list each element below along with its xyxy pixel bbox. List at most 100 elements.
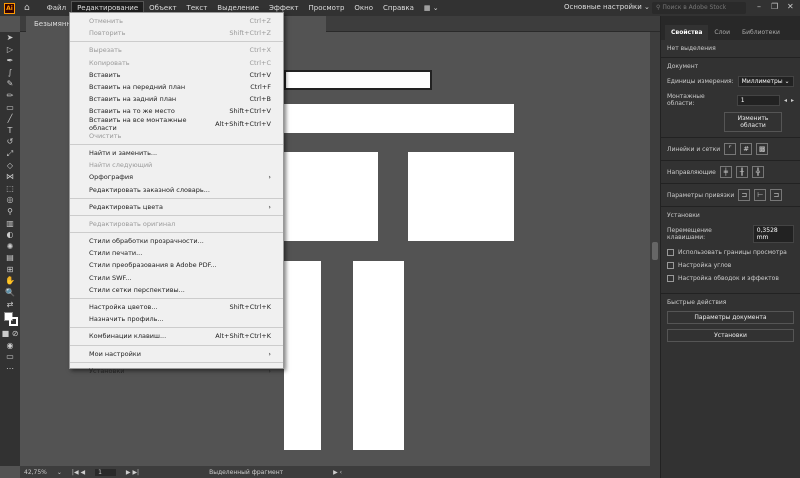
more-tools-icon[interactable]: ⋯ (0, 363, 20, 375)
menu-item-label: Вставить на задний план (89, 95, 177, 104)
close-icon[interactable]: ✕ (787, 2, 794, 11)
menu-help[interactable]: Справка (378, 2, 419, 14)
preferences-button[interactable]: Установки (667, 329, 794, 342)
brush-tool-icon[interactable]: ✎ (0, 78, 20, 90)
snap-label: Параметры привязки (667, 191, 735, 199)
menu-item[interactable]: Редактировать заказной словарь... (70, 183, 283, 195)
pencil-tool-icon[interactable]: ✏ (0, 90, 20, 102)
fill-stroke-icon[interactable] (0, 310, 20, 328)
menu-item[interactable]: Найти и заменить... (70, 147, 283, 159)
menu-separator (70, 344, 283, 346)
lock-guides-icon[interactable]: ╫ (735, 166, 748, 178)
artboard-tool-icon[interactable]: ⊞ (0, 264, 20, 276)
menu-view[interactable]: Просмотр (303, 2, 349, 14)
scale-corners-checkbox[interactable] (667, 262, 674, 269)
graph-tool-icon[interactable]: ▤ (0, 252, 20, 264)
type-tool-icon[interactable]: T (0, 125, 20, 137)
menu-item[interactable]: Мои настройки › (70, 348, 283, 360)
symbol-sprayer-icon[interactable]: ✺ (0, 241, 20, 253)
minimize-icon[interactable]: – (757, 2, 761, 11)
artboard-2[interactable] (284, 104, 514, 133)
eyedropper-icon[interactable]: ⚲ (0, 206, 20, 218)
eraser-tool-icon[interactable]: ◇ (0, 160, 20, 172)
menu-item[interactable]: Вставить на все монтажные области Alt+Shi… (70, 116, 283, 132)
zoom-dropdown-icon[interactable]: ⌄ (57, 469, 62, 476)
tab-libraries[interactable]: Библиотеки (736, 25, 786, 40)
width-tool-icon[interactable]: ⋈ (0, 171, 20, 183)
shape-builder-icon[interactable]: ◎ (0, 194, 20, 206)
vertical-scrollbar[interactable] (650, 32, 660, 466)
menu-item[interactable]: Вставить Ctrl+V (70, 69, 283, 81)
document-setup-button[interactable]: Параметры документа (667, 311, 794, 324)
artboard-5[interactable] (284, 261, 321, 450)
ruler-icon[interactable]: ⌜ (724, 143, 737, 155)
menu-item[interactable]: Стили сетки перспективы... (70, 284, 283, 296)
preview-bounds-checkbox[interactable] (667, 249, 674, 256)
next-artboard-icon[interactable]: ▶ ▶| (126, 469, 139, 476)
restore-icon[interactable]: ❐ (771, 2, 778, 11)
home-icon[interactable]: ⌂ (24, 3, 30, 13)
menu-item[interactable]: Установки › (70, 365, 283, 377)
prev-icon[interactable]: ◂ (784, 97, 787, 104)
artboard-3[interactable] (284, 152, 378, 241)
direct-selection-tool-icon[interactable]: ▷ (0, 44, 20, 56)
prev-artboard-icon[interactable]: |◀ ◀ (72, 469, 85, 476)
units-select[interactable]: Миллиметры ⌄ (737, 76, 794, 87)
menu-item[interactable]: Назначить профиль... (70, 313, 283, 325)
line-tool-icon[interactable]: ╱ (0, 113, 20, 125)
artboard-4[interactable] (408, 152, 514, 241)
smart-guides-icon[interactable]: ╬ (751, 166, 764, 178)
menu-item[interactable]: Вставить на передний план Ctrl+F (70, 81, 283, 93)
next-icon[interactable]: ▸ (791, 97, 794, 104)
menu-item[interactable]: Стили обработки прозрачности... (70, 235, 283, 247)
menu-item[interactable]: Стили преобразования в Adobe PDF... (70, 259, 283, 271)
rotate-tool-icon[interactable]: ↺ (0, 136, 20, 148)
menu-item-shortcut: Shift+Ctrl+K (229, 303, 272, 312)
menu-item[interactable]: Комбинации клавиш... Alt+Shift+Ctrl+K (70, 330, 283, 342)
keyboard-increment-input[interactable]: 0,3528 mm (752, 225, 794, 243)
workspace-switcher[interactable]: Основные настройки ⌄ (564, 3, 650, 11)
menu-item[interactable]: Стили SWF... (70, 272, 283, 284)
screen-mode-icon[interactable]: ▭ (0, 351, 20, 363)
menu-item[interactable]: Орфография › (70, 171, 283, 183)
pen-tool-icon[interactable]: ✒ (0, 55, 20, 67)
artboard-1[interactable] (284, 70, 432, 90)
menu-file[interactable]: Файл (42, 2, 71, 14)
hand-tool-icon[interactable]: ✋ (0, 275, 20, 287)
selection-tool-icon[interactable]: ➤ (0, 32, 20, 44)
show-guides-icon[interactable]: ╪ (719, 166, 732, 178)
menu-item[interactable]: Вставить на задний план Ctrl+B (70, 93, 283, 105)
zoom-level[interactable]: 42,75% (24, 469, 47, 476)
curvature-tool-icon[interactable]: ∫ (0, 67, 20, 79)
scale-tool-icon[interactable]: ⤢ (0, 148, 20, 160)
draw-mode-icon[interactable]: ◉ (0, 340, 20, 352)
menu-item-label: Найти следующий (89, 161, 153, 170)
transparency-grid-icon[interactable]: ▩ (756, 143, 769, 155)
edit-artboards-button[interactable]: Изменить области (724, 112, 782, 132)
artboards-select[interactable]: 1 (736, 94, 780, 106)
snap-pixel-icon[interactable]: ⊢ (754, 189, 767, 201)
scroll-thumb[interactable] (652, 242, 658, 260)
grid-icon[interactable]: # (740, 143, 753, 155)
free-transform-icon[interactable]: ⬚ (0, 183, 20, 195)
status-menu-icon[interactable]: ▶ ‹ (333, 469, 342, 476)
menu-item[interactable]: Стили печати... (70, 247, 283, 259)
menu-item[interactable]: Редактировать цвета › (70, 201, 283, 213)
snap-point-icon[interactable]: ⊐ (738, 189, 751, 201)
zoom-tool-icon[interactable]: 🔍 (0, 287, 20, 299)
swap-colors-icon[interactable]: ⇄ (0, 299, 20, 311)
snap-glyph-icon[interactable]: ⊐ (770, 189, 783, 201)
stock-search-input[interactable]: ⚲ Поиск в Adobe Stock (652, 2, 746, 14)
artboard-number[interactable]: 1 (95, 468, 116, 476)
menu-item[interactable]: Настройка цветов... Shift+Ctrl+K (70, 301, 283, 313)
rectangle-tool-icon[interactable]: ▭ (0, 102, 20, 114)
layout-icon[interactable]: ▦ ⌄ (419, 2, 444, 14)
tab-properties[interactable]: Свойства (665, 25, 709, 40)
color-mode-icon[interactable]: ■ ⊘ (0, 328, 20, 340)
gradient-tool-icon[interactable]: ▥ (0, 218, 20, 230)
menu-window[interactable]: Окно (349, 2, 378, 14)
artboard-6[interactable] (353, 261, 404, 450)
blend-tool-icon[interactable]: ◐ (0, 229, 20, 241)
scale-strokes-checkbox[interactable] (667, 275, 674, 282)
tab-layers[interactable]: Слои (708, 25, 736, 40)
